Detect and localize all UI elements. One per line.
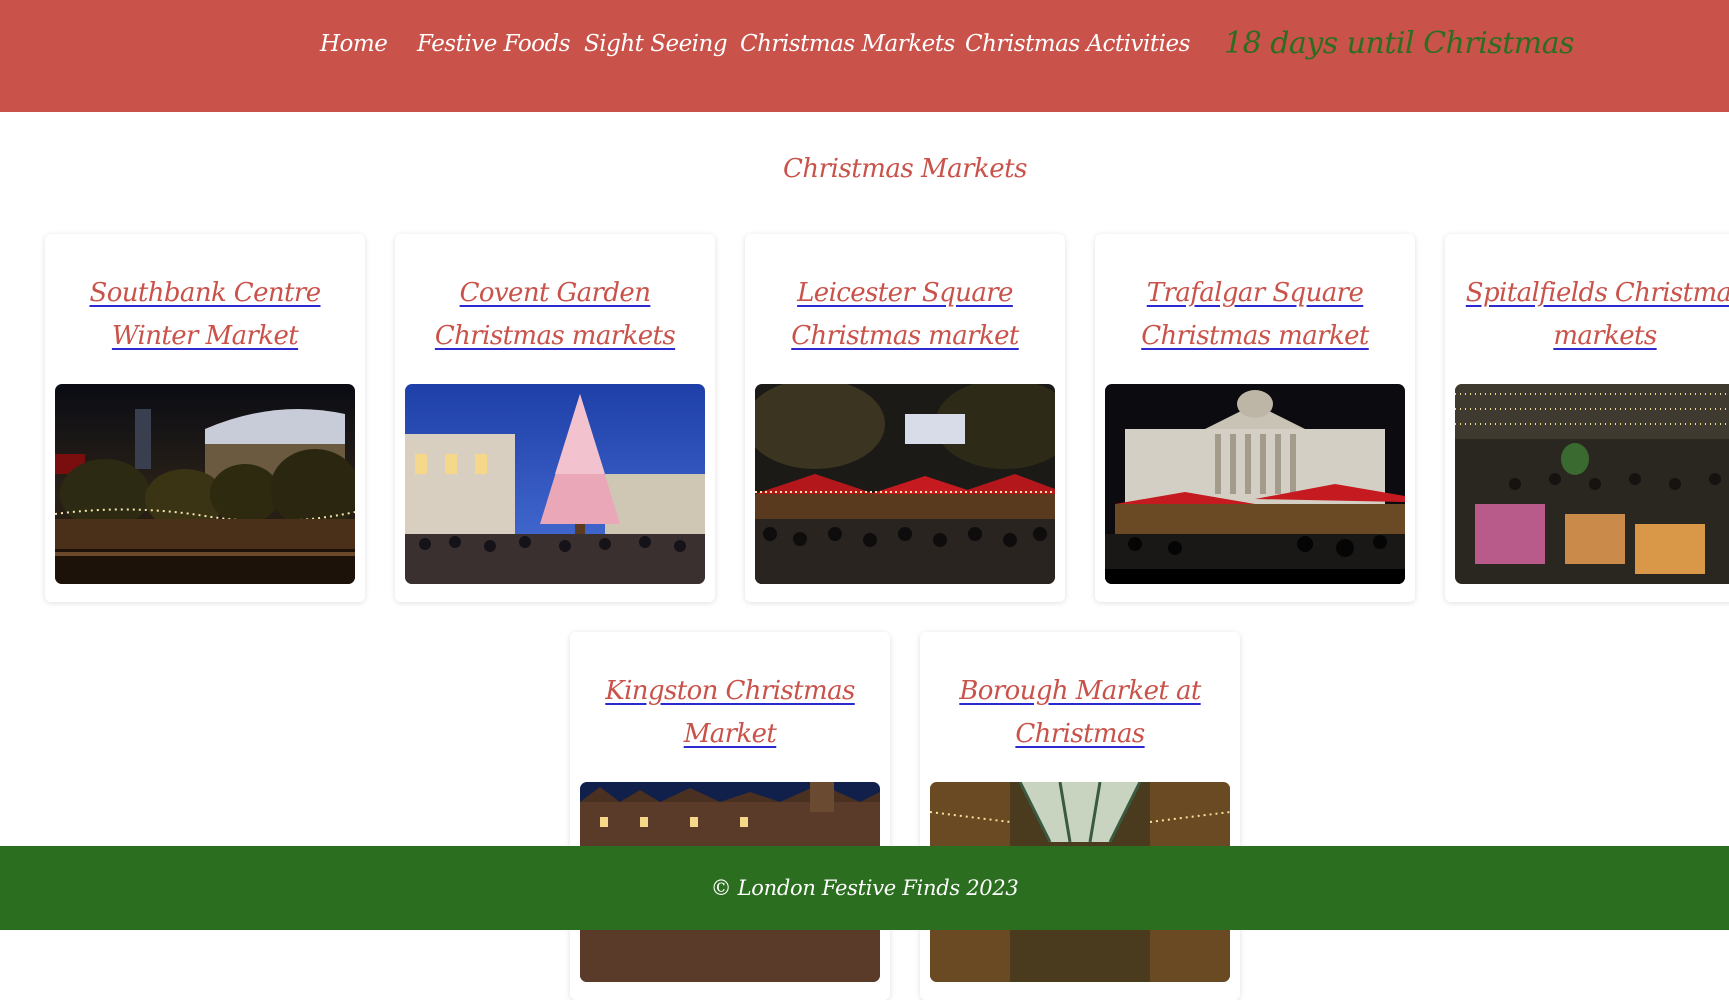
nav-sight-seeing[interactable]: Sight Seeing	[584, 22, 728, 66]
market-card-title: Leicester Square Christmas market	[745, 272, 1065, 358]
header-bar: Home Festive Foods Sight Seeing Christma…	[0, 0, 1729, 112]
market-card-southbank: Southbank Centre Winter Market	[45, 234, 365, 602]
market-card-spitalfields: Spitalfields Christmas markets	[1445, 234, 1729, 602]
spitalfields-market-photo	[1455, 384, 1729, 584]
nav-festive-foods[interactable]: Festive Foods	[417, 22, 571, 66]
nav-christmas-activities[interactable]: Christmas Activities	[965, 22, 1190, 66]
trafalgar-square-market-photo	[1105, 384, 1405, 584]
market-card-kingston: Kingston Christmas Market	[570, 632, 890, 1000]
southbank-market-photo	[55, 384, 355, 584]
market-card-title: Kingston Christmas Market	[570, 670, 890, 756]
market-card-title: Covent Garden Christmas markets	[395, 272, 715, 358]
market-link-leicester-square[interactable]: Leicester Square Christmas market	[791, 278, 1019, 351]
market-card-title: Southbank Centre Winter Market	[45, 272, 365, 358]
market-card-leicester-square: Leicester Square Christmas market	[745, 234, 1065, 602]
covent-garden-tree-photo	[405, 384, 705, 584]
market-card-borough: Borough Market at Christmas	[920, 632, 1240, 1000]
footer: © London Festive Finds 2023	[0, 846, 1729, 930]
nav-christmas-markets[interactable]: Christmas Markets	[740, 22, 955, 66]
nav-home[interactable]: Home	[320, 22, 388, 66]
market-link-borough[interactable]: Borough Market at Christmas	[959, 676, 1201, 749]
leicester-square-market-photo	[755, 384, 1055, 584]
footer-copyright: © London Festive Finds 2023	[710, 876, 1019, 900]
market-link-covent-garden[interactable]: Covent Garden Christmas markets	[435, 278, 676, 351]
market-link-kingston[interactable]: Kingston Christmas Market	[605, 676, 855, 749]
market-card-trafalgar-square: Trafalgar Square Christmas market	[1095, 234, 1415, 602]
market-link-trafalgar-square[interactable]: Trafalgar Square Christmas market	[1141, 278, 1369, 351]
market-card-covent-garden: Covent Garden Christmas markets	[395, 234, 715, 602]
market-link-spitalfields[interactable]: Spitalfields Christmas markets	[1466, 278, 1729, 351]
market-card-title: Trafalgar Square Christmas market	[1095, 272, 1415, 358]
page-title: Christmas Markets	[783, 154, 1027, 184]
christmas-countdown: 18 days until Christmas	[1224, 26, 1575, 61]
market-card-title: Spitalfields Christmas markets	[1445, 272, 1729, 358]
market-link-southbank[interactable]: Southbank Centre Winter Market	[89, 278, 321, 351]
market-card-title: Borough Market at Christmas	[920, 670, 1240, 756]
